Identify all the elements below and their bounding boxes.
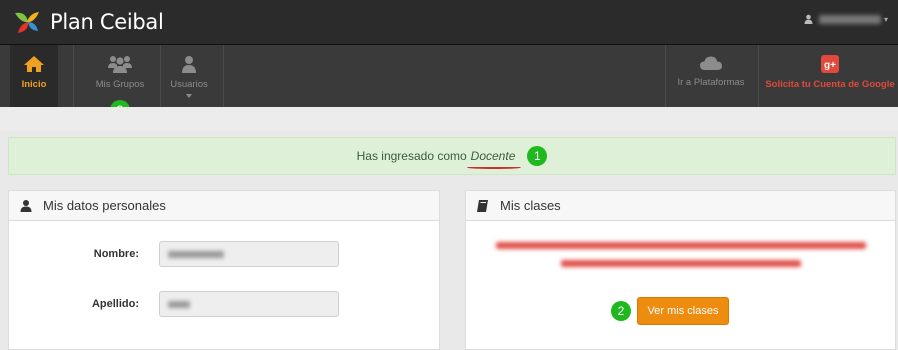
redacted-line xyxy=(495,242,866,249)
apellido-value-redacted xyxy=(168,301,190,308)
nav-divider xyxy=(73,45,74,107)
nombre-label: Nombre: xyxy=(93,248,139,260)
user-icon xyxy=(20,199,32,212)
personal-data-panel: Mis datos personales Nombre: Apellido: xyxy=(8,190,440,350)
plan-ceibal-logo xyxy=(15,12,39,33)
classes-panel: Mis clases 2 Ver mis clases xyxy=(465,190,896,350)
main-nav: Inicio Mis Grupos Usuarios Ir a Platafor… xyxy=(0,45,898,107)
red-underline-annotation xyxy=(466,166,522,169)
nav-inicio-label: Inicio xyxy=(21,79,47,90)
nav-mis-grupos[interactable]: Mis Grupos xyxy=(80,45,160,107)
cloud-icon xyxy=(700,56,722,70)
nav-divider xyxy=(223,45,224,107)
nombre-value-redacted xyxy=(168,251,224,258)
group-icon xyxy=(108,56,132,73)
nav-divider xyxy=(160,45,161,107)
alert-role: Docente xyxy=(466,149,522,169)
nav-inicio[interactable]: Inicio xyxy=(10,45,58,107)
role-alert: Has ingresado como Docente 1 xyxy=(8,137,896,175)
user-name-redacted xyxy=(818,14,881,24)
svg-text:g+: g+ xyxy=(824,60,836,71)
nav-divider xyxy=(758,45,759,107)
classes-title: Mis clases xyxy=(500,198,561,213)
book-icon xyxy=(477,199,488,212)
brand[interactable]: Plan Ceibal xyxy=(12,6,164,38)
sub-header xyxy=(0,107,898,131)
apellido-row: Apellido: xyxy=(9,291,339,317)
alert-role-text: Docente xyxy=(470,149,516,163)
nav-solicita-google[interactable]: g+ Solicita tu Cuenta de Google xyxy=(762,45,898,107)
top-bar: Plan Ceibal ▾ xyxy=(0,0,898,45)
nav-google-label: Solicita tu Cuenta de Google xyxy=(765,79,895,90)
user-icon xyxy=(182,56,196,73)
google-plus-icon: g+ xyxy=(821,55,839,73)
callout-marker-2: 2 xyxy=(611,301,631,321)
callout-marker-1: 1 xyxy=(527,146,548,166)
alert-text: Has ingresado como xyxy=(356,149,467,163)
chevron-down-icon xyxy=(186,94,192,98)
classes-header: Mis clases xyxy=(466,191,895,221)
personal-data-header: Mis datos personales xyxy=(9,191,439,221)
home-icon xyxy=(24,56,44,72)
classes-message-redacted xyxy=(486,239,875,275)
brand-title: Plan Ceibal xyxy=(50,10,164,34)
ver-mis-clases-button[interactable]: Ver mis clases xyxy=(637,297,729,325)
nav-ir-a-plataformas[interactable]: Ir a Plataformas xyxy=(670,45,752,107)
user-menu[interactable]: ▾ xyxy=(804,14,888,24)
chevron-down-icon: ▾ xyxy=(883,14,888,24)
nombre-field[interactable] xyxy=(159,241,339,267)
apellido-label: Apellido: xyxy=(91,298,139,310)
nav-mis-grupos-label: Mis Grupos xyxy=(95,79,145,90)
nombre-row: Nombre: xyxy=(9,241,339,267)
user-icon xyxy=(804,14,813,24)
nav-divider xyxy=(665,45,666,107)
apellido-field[interactable] xyxy=(159,291,339,317)
nav-usuarios[interactable]: Usuarios xyxy=(164,45,214,107)
personal-data-title: Mis datos personales xyxy=(43,198,166,213)
nav-plataformas-label: Ir a Plataformas xyxy=(677,77,745,88)
redacted-line xyxy=(560,260,801,267)
nav-usuarios-label: Usuarios xyxy=(170,79,208,90)
